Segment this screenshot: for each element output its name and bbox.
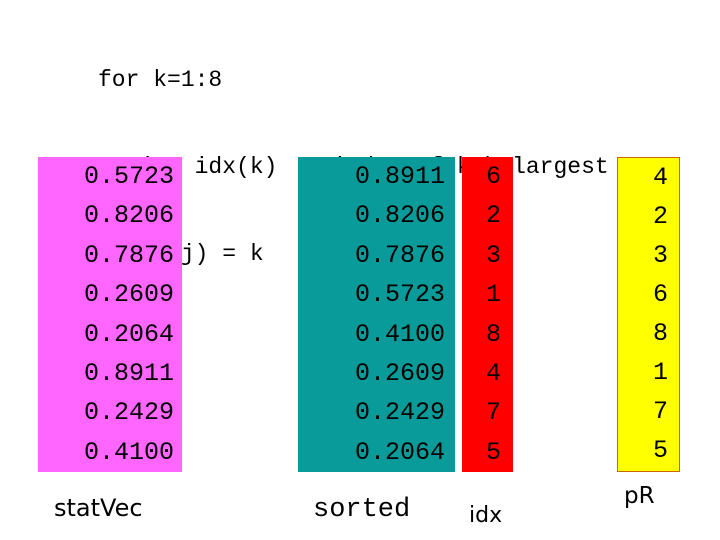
cell-statvec: 0.2064	[83, 319, 174, 349]
cell-sorted: 0.4100	[354, 319, 445, 349]
cell-sorted: 0.8911	[354, 162, 445, 191]
cell-pr: 2	[652, 202, 668, 231]
code-line: for k=1:8	[98, 67, 223, 93]
cell-idx: 2	[485, 201, 501, 231]
column-statvec: 0.5723 0.8206 0.7876 0.2609 0.2064 0.891…	[38, 157, 182, 472]
cell-pr: 1	[652, 358, 668, 387]
cell-sorted: 0.2609	[354, 358, 445, 388]
cell-pr: 5	[652, 436, 668, 465]
cell-pr: 6	[652, 280, 668, 309]
cell-statvec: 0.4100	[83, 437, 174, 467]
cell-sorted: 0.5723	[354, 280, 445, 310]
cell-pr: 8	[652, 319, 668, 348]
label-sorted: sorted	[313, 495, 411, 525]
cell-pr: 7	[652, 397, 668, 426]
cell-idx: 3	[485, 240, 501, 270]
column-pr: 4 2 3 6 8 1 7 5	[617, 157, 680, 472]
cell-statvec: 0.5723	[83, 162, 174, 191]
cell-sorted: 0.8206	[354, 201, 445, 231]
cell-idx: 5	[485, 437, 501, 467]
slide-canvas: for k=1:8 j = idx(k) % index of kth larg…	[0, 0, 720, 540]
cell-sorted: 0.2429	[354, 398, 445, 428]
cell-pr: 3	[652, 241, 668, 270]
label-statvec: statVec	[54, 494, 143, 522]
cell-idx: 7	[485, 398, 501, 428]
label-idx: idx	[469, 503, 503, 528]
column-sorted: 0.8911 0.8206 0.7876 0.5723 0.4100 0.260…	[298, 157, 455, 472]
cell-statvec: 0.8206	[83, 201, 174, 231]
cell-sorted: 0.2064	[354, 437, 445, 467]
cell-pr: 4	[652, 163, 668, 192]
label-pr: pR	[624, 483, 655, 509]
cell-statvec: 0.8911	[83, 358, 174, 388]
column-idx: 6 2 3 1 8 4 7 5	[462, 157, 513, 472]
cell-sorted: 0.7876	[354, 240, 445, 270]
cell-statvec: 0.2429	[83, 398, 174, 428]
cell-idx: 6	[485, 162, 501, 191]
cell-statvec: 0.7876	[83, 240, 174, 270]
cell-statvec: 0.2609	[83, 280, 174, 310]
cell-idx: 4	[485, 358, 501, 388]
cell-idx: 8	[485, 319, 501, 349]
cell-idx: 1	[485, 280, 501, 310]
